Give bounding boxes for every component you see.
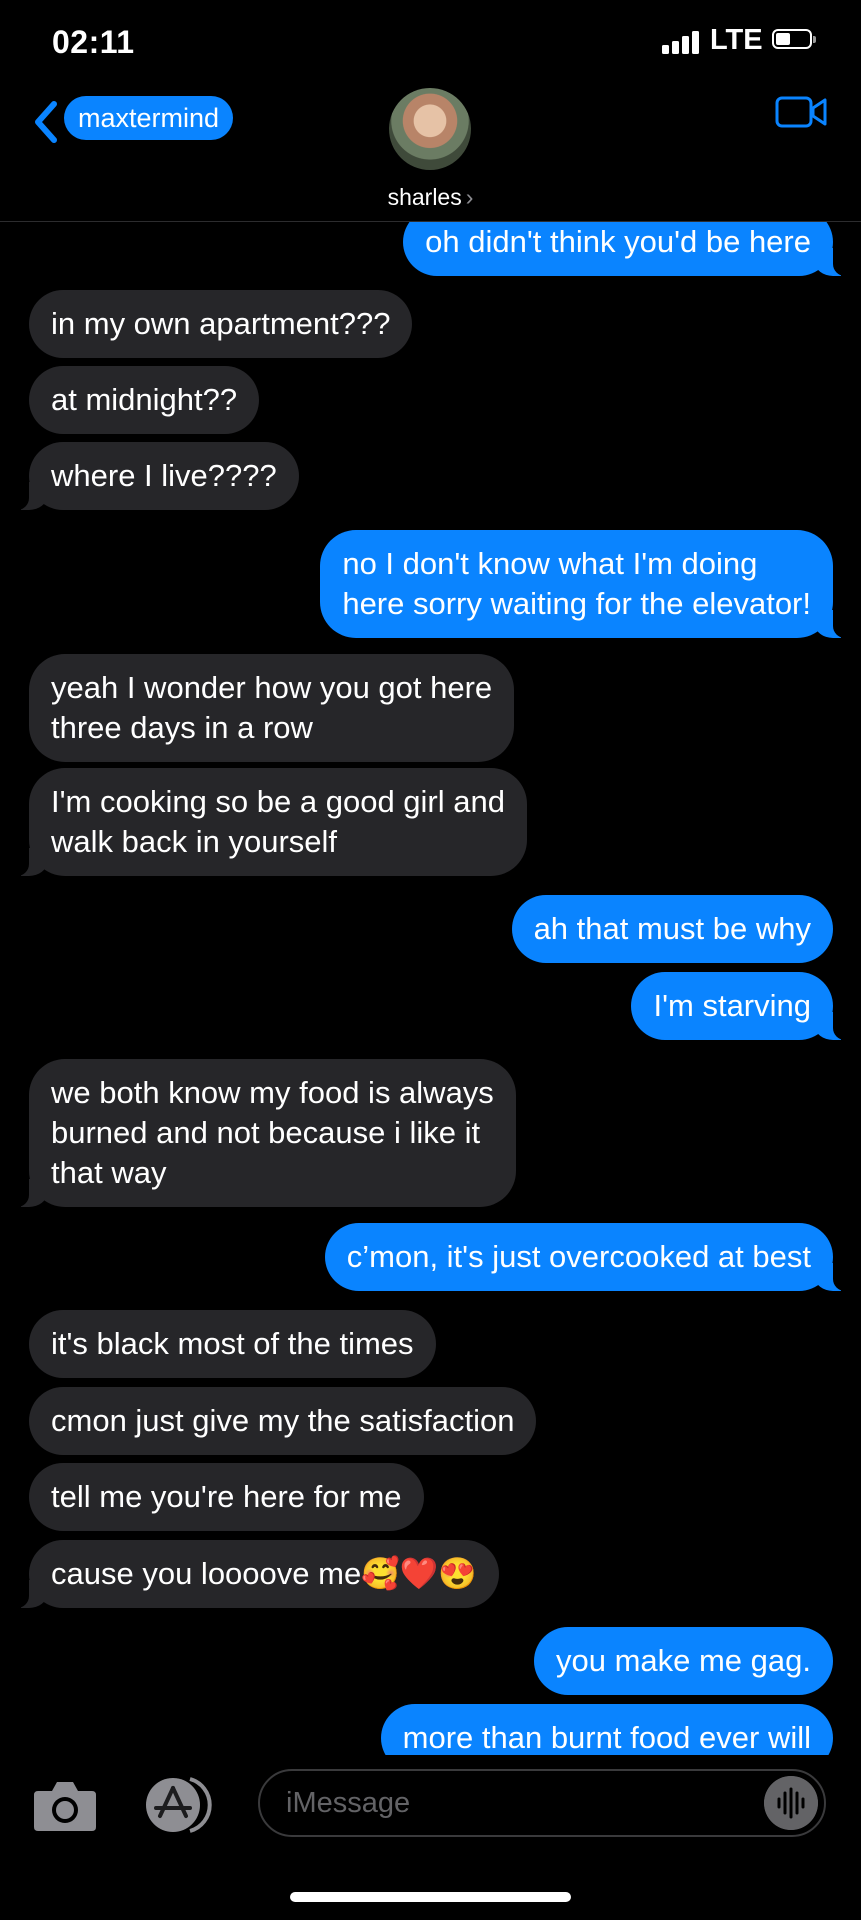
message-bubble-outgoing[interactable]: c’mon, it's just overcooked at best [324, 1223, 852, 1291]
message-bubble-incoming[interactable]: cmon just give my the satisfaction [29, 1387, 537, 1455]
message-line: walk back in yourself [51, 824, 338, 859]
message-bubble-incoming[interactable]: at midnight?? [29, 366, 260, 434]
message-bubble-incoming[interactable]: in my own apartment??? [29, 290, 413, 358]
contact-name-button[interactable]: sharles › [0, 184, 861, 211]
message-line: I'm cooking so be a good girl and [51, 784, 505, 819]
message-line: burned and not because i like it [51, 1115, 481, 1150]
message-bubble-incoming[interactable]: we both know my food is always burned an… [11, 1059, 516, 1207]
video-camera-icon[interactable] [775, 94, 827, 130]
message-input[interactable]: iMessage [258, 1769, 826, 1837]
message-bubble-outgoing[interactable]: you make me gag. [533, 1627, 833, 1695]
message-bubble-outgoing[interactable]: ah that must be why [511, 895, 833, 963]
message-bubble-incoming[interactable]: I'm cooking so be a good girl and walk b… [11, 768, 527, 876]
message-bubble-incoming[interactable]: yeah I wonder how you got here three day… [29, 654, 515, 762]
avatar[interactable] [389, 88, 471, 170]
message-bubble-outgoing[interactable]: I'm starving [631, 972, 851, 1040]
message-line: yeah I wonder how you got here [51, 670, 493, 705]
clock: 02:11 [52, 24, 135, 60]
message-list[interactable]: oh didn't think you'd be here in my own … [0, 222, 861, 1755]
message-bubble-incoming[interactable]: it's black most of the times [29, 1310, 436, 1378]
message-input-placeholder: iMessage [286, 1787, 411, 1819]
message-line: that way [51, 1155, 167, 1190]
back-button[interactable]: maxtermind [64, 96, 234, 140]
message-bubble-outgoing[interactable]: no I don't know what I'm doing here sorr… [320, 530, 851, 638]
chevron-left-icon[interactable] [30, 98, 64, 146]
message-bubble-outgoing[interactable]: more than burnt food ever will [380, 1704, 833, 1755]
home-indicator[interactable] [290, 1892, 571, 1902]
message-line: we both know my food is always [51, 1075, 494, 1110]
camera-icon[interactable] [32, 1777, 98, 1833]
cellular-signal-icon [662, 30, 702, 54]
status-bar: 02:11 LTE [0, 0, 861, 80]
message-bubble-incoming[interactable]: where I live???? [11, 442, 299, 510]
message-line: no I don't know what I'm doing [342, 546, 758, 581]
message-bubble-incoming[interactable]: cause you loooove me🥰❤️😍 [11, 1540, 499, 1608]
message-line: here sorry waiting for the elevator! [342, 586, 811, 621]
message-bubble-incoming[interactable]: tell me you're here for me [29, 1463, 424, 1531]
battery-icon [772, 29, 816, 49]
contact-name: sharles [387, 184, 462, 210]
message-line: three days in a row [51, 710, 313, 745]
audio-waveform-icon[interactable] [764, 1776, 818, 1830]
network-type: LTE [710, 24, 763, 56]
message-bubble-outgoing[interactable]: oh didn't think you'd be here [403, 222, 851, 276]
app-store-icon[interactable] [140, 1774, 216, 1836]
chevron-right-icon: › [465, 184, 474, 210]
conversation-header: maxtermind sharles › [0, 80, 861, 222]
